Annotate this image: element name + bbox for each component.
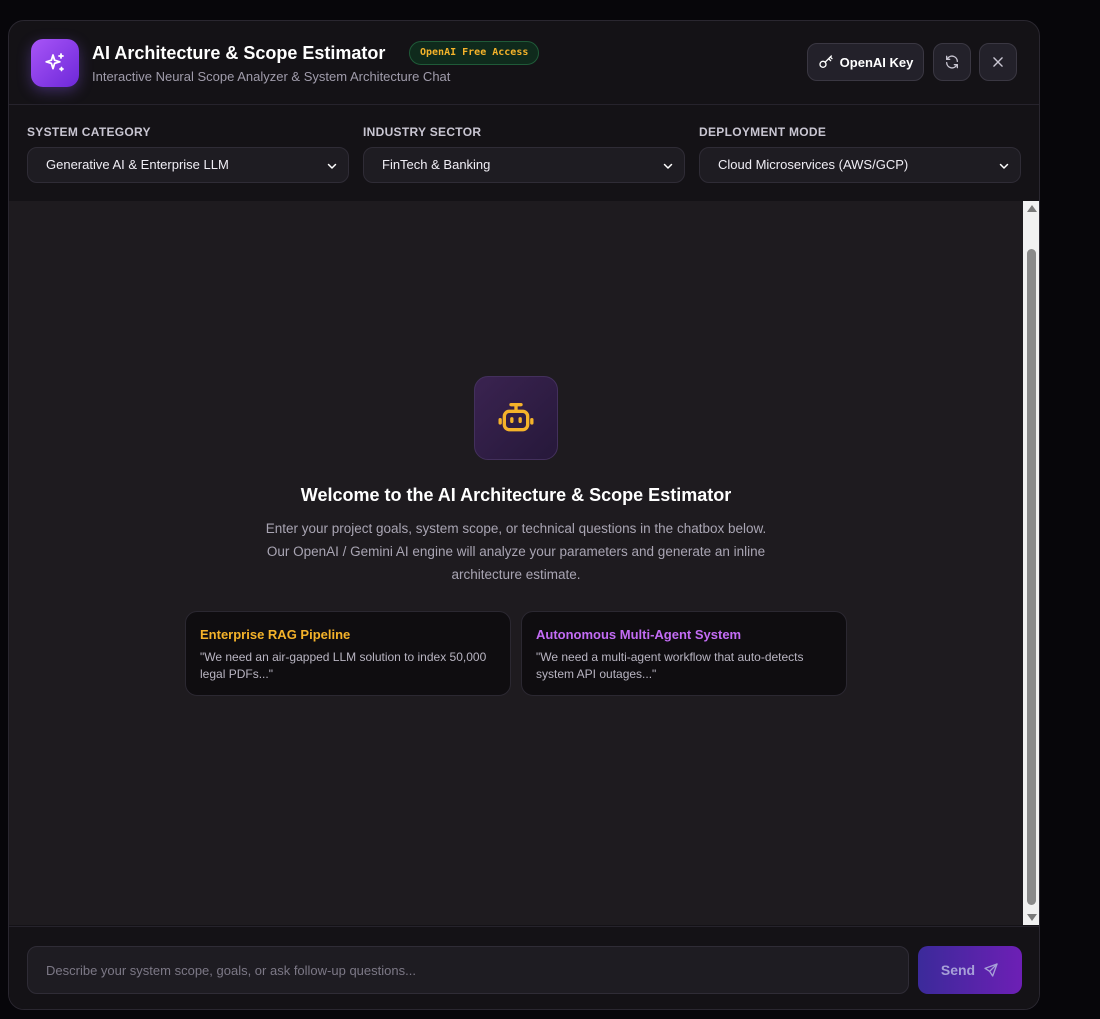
welcome-title: Welcome to the AI Architecture & Scope E… xyxy=(300,485,732,505)
welcome-description: Enter your project goals, system scope, … xyxy=(265,521,767,582)
scroll-thumb[interactable] xyxy=(1027,249,1036,905)
chevron-down-icon xyxy=(663,163,673,169)
suggestion-card-multi-agent[interactable]: Autonomous Multi-Agent System "We need a… xyxy=(521,611,847,696)
estimator-modal: AI Architecture & Scope Estimator OpenAI… xyxy=(8,20,1040,1010)
industry-sector-value: FinTech & Banking xyxy=(382,157,491,172)
key-icon xyxy=(818,55,833,68)
close-icon xyxy=(993,57,1003,67)
chevron-down-icon xyxy=(999,163,1009,169)
openai-key-button[interactable]: OpenAI Key xyxy=(807,43,924,81)
refresh-button[interactable] xyxy=(933,43,971,81)
sparkles-icon xyxy=(31,39,79,87)
suggestion-text: "We need an air-gapped LLM solution to i… xyxy=(200,650,487,681)
app-title: AI Architecture & Scope Estimator xyxy=(92,43,386,63)
composer: Send xyxy=(9,926,1039,1009)
send-icon xyxy=(984,963,998,977)
deployment-mode-value: Cloud Microservices (AWS/GCP) xyxy=(718,157,909,172)
refresh-icon xyxy=(946,55,958,69)
scroll-up-arrow-icon[interactable] xyxy=(1027,205,1037,212)
suggestion-card-rag[interactable]: Enterprise RAG Pipeline "We need an air-… xyxy=(185,611,511,696)
chat-area[interactable]: Welcome to the AI Architecture & Scope E… xyxy=(9,201,1023,925)
suggestion-title: Enterprise RAG Pipeline xyxy=(200,627,351,642)
scroll-down-arrow-icon[interactable] xyxy=(1027,914,1037,921)
chevron-down-icon xyxy=(327,163,337,169)
close-button[interactable] xyxy=(979,43,1017,81)
filter-bar: SYSTEM CATEGORY Generative AI & Enterpri… xyxy=(9,106,1039,201)
send-button[interactable]: Send xyxy=(918,946,1022,994)
industry-sector-label: INDUSTRY SECTOR xyxy=(363,125,482,139)
app-subtitle: Interactive Neural Scope Analyzer & Syst… xyxy=(92,69,451,84)
bot-icon xyxy=(474,376,558,460)
suggestion-title: Autonomous Multi-Agent System xyxy=(536,627,742,642)
chat-scrollbar[interactable] xyxy=(1023,201,1039,925)
openai-key-label: OpenAI Key xyxy=(839,54,914,70)
modal-header: AI Architecture & Scope Estimator OpenAI… xyxy=(9,21,1039,105)
free-access-badge: OpenAI Free Access xyxy=(409,41,540,65)
suggestion-text: "We need a multi-agent workflow that aut… xyxy=(536,650,804,681)
system-category-select[interactable]: Generative AI & Enterprise LLM xyxy=(27,147,349,183)
deployment-mode-select[interactable]: Cloud Microservices (AWS/GCP) xyxy=(699,147,1021,183)
system-category-value: Generative AI & Enterprise LLM xyxy=(46,157,229,172)
send-label: Send xyxy=(940,962,976,978)
deployment-mode-label: DEPLOYMENT MODE xyxy=(699,125,827,139)
chat-input[interactable] xyxy=(27,946,909,994)
industry-sector-select[interactable]: FinTech & Banking xyxy=(363,147,685,183)
system-category-label: SYSTEM CATEGORY xyxy=(27,125,151,139)
